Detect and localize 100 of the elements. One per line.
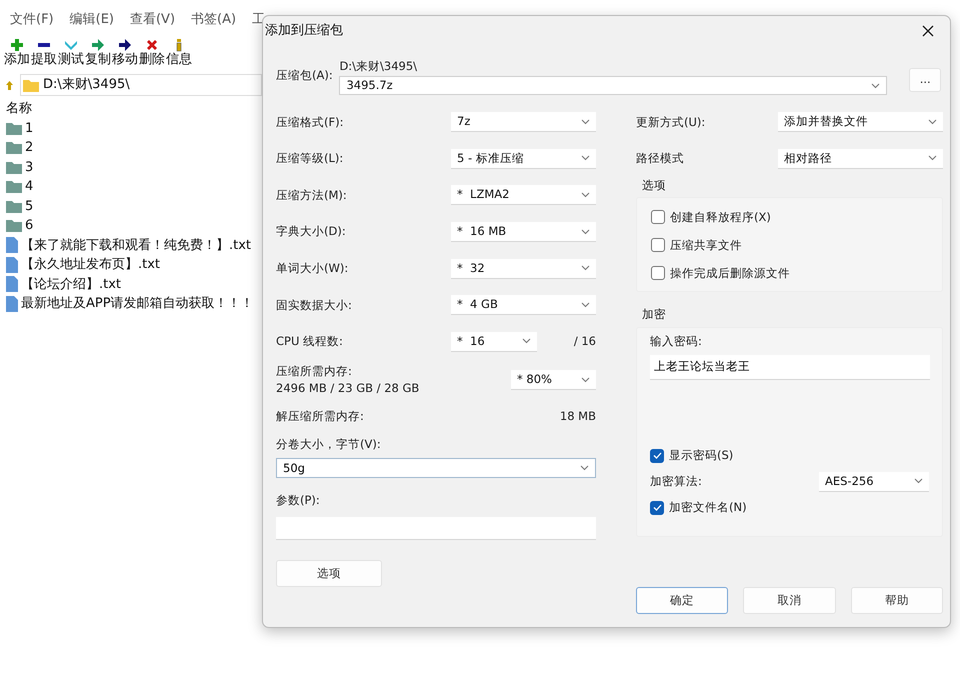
field-label: 输入密码: (650, 332, 703, 350)
column-header[interactable]: 名称 (6, 99, 262, 118)
caret-icon (928, 155, 937, 162)
toolbar-button[interactable]: 测试 (58, 38, 84, 68)
value-text: 2496 MB / 23 GB / 28 GB (276, 380, 420, 398)
dropdown[interactable]: * 16 (451, 332, 537, 352)
dialog-title: 添加到压缩包 (265, 22, 343, 40)
toolbar-button[interactable]: 移动 (112, 38, 138, 68)
folder-icon (6, 180, 22, 194)
caret-icon (581, 265, 590, 272)
browse-button[interactable]: ... (909, 68, 941, 92)
field-label: 压缩格式(F): (276, 114, 344, 131)
dialog-button[interactable]: 取消 (743, 586, 836, 614)
menu-item[interactable]: 书签(A) (191, 10, 236, 38)
checkbox-label[interactable]: 加密文件名(N) (669, 499, 747, 517)
caret-icon (581, 155, 590, 162)
checkbox[interactable] (651, 238, 665, 252)
dropdown[interactable]: 添加并替换文件 (778, 112, 943, 132)
toolbar-button[interactable]: 信息 (166, 38, 192, 68)
group-title: 加密 (642, 306, 667, 324)
options-button[interactable]: 选项 (276, 560, 382, 587)
folder-icon (6, 141, 22, 154)
dropdown[interactable]: 5 - 标准压缩 (451, 148, 596, 169)
file-name[interactable]: 1 (25, 118, 34, 138)
menu-item[interactable]: 查看(V) (130, 10, 176, 38)
address-field[interactable]: D:\来财\3495\ (20, 74, 262, 96)
toolbar-button[interactable]: 删除 (139, 38, 165, 68)
dropdown[interactable]: * 80% (511, 370, 596, 390)
caret-icon (581, 192, 590, 198)
password-field[interactable]: 上老王论坛当老王 (650, 354, 930, 380)
field-label: 参数(P): (276, 492, 321, 510)
chevron-icon (64, 38, 78, 52)
field-label: 字典大小(D): (276, 223, 346, 240)
field-label: 固实数据大小: (276, 296, 352, 314)
menu-item[interactable]: 编辑(E) (70, 10, 114, 38)
dropdown[interactable]: * 4 GB (451, 295, 596, 316)
file-name[interactable]: 【来了就能下载和观看！纯免费！】.txt (21, 236, 252, 255)
parameters-field[interactable] (276, 516, 596, 540)
caret-icon (581, 228, 590, 235)
menu-item[interactable]: 文件(F) (10, 10, 54, 38)
arrow-icon (118, 38, 132, 52)
menu-item[interactable]: 工 (252, 10, 266, 38)
caret-icon (871, 82, 880, 89)
field-label: 加密算法: (650, 473, 702, 490)
file-name[interactable]: 2 (25, 138, 34, 158)
path-text: D:\来财\3495\ (339, 58, 418, 75)
field-label: 压缩包(A): (276, 67, 334, 84)
field-label: 路径模式 (636, 150, 684, 168)
checkbox-label[interactable]: 压缩共享文件 (670, 236, 742, 254)
file-name[interactable]: 【论坛介绍】.txt (21, 274, 122, 294)
dropdown[interactable]: AES-256 (819, 472, 929, 492)
check-icon (652, 504, 662, 512)
caret-icon (914, 478, 923, 484)
field-label: 单词大小(W): (276, 260, 348, 278)
check-icon (652, 452, 662, 460)
checkbox[interactable] (651, 210, 665, 224)
checkbox-label[interactable]: 创建自释放程序(X) (670, 208, 771, 226)
file-name[interactable]: 4 (25, 177, 34, 196)
file-name[interactable]: 5 (25, 196, 34, 216)
caret-icon (580, 465, 589, 472)
file-name[interactable]: 【永久地址发布页】.txt (21, 255, 160, 274)
file-name[interactable]: 最新地址及APP请发邮箱自动获取！！！ (21, 294, 254, 314)
dialog-button[interactable]: 帮助 (850, 586, 943, 614)
dropdown[interactable]: 7z (451, 112, 596, 132)
field-label: CPU 线程数: (276, 333, 343, 350)
toolbar-button[interactable]: 添加 (4, 38, 30, 68)
checkbox-label[interactable]: 操作完成后删除源文件 (670, 264, 790, 282)
toolbar-button[interactable]: 提取 (31, 38, 57, 68)
folder-icon (23, 78, 39, 92)
dropdown[interactable]: 相对路径 (778, 148, 943, 169)
archive-combo[interactable]: 3495.7z (339, 76, 888, 96)
file-icon (6, 237, 18, 254)
dialog-button[interactable]: 确定 (636, 586, 728, 614)
toolbar-button[interactable]: 复制 (85, 38, 111, 68)
volume-combo[interactable]: 50g (276, 458, 596, 478)
checkbox[interactable] (651, 266, 665, 280)
file-name[interactable]: 6 (25, 216, 34, 236)
dropdown[interactable]: * 16 MB (451, 222, 596, 242)
field-label: 压缩等级(L): (276, 150, 344, 168)
folder-icon (6, 200, 22, 213)
folder-icon (6, 219, 22, 232)
volume-field[interactable]: 50g (283, 459, 580, 478)
file-icon (6, 256, 18, 273)
folder-icon (6, 160, 22, 174)
caret-icon (581, 302, 590, 308)
caret-icon (522, 338, 531, 344)
caret-icon (928, 118, 937, 125)
caret-icon (581, 118, 590, 125)
file-name[interactable]: 3 (25, 158, 34, 177)
caret-icon (581, 376, 590, 383)
cross-icon (145, 38, 159, 52)
field-label: 解压缩所需内存: (276, 408, 364, 425)
value-text: 18 MB (560, 408, 596, 425)
checkbox-label[interactable]: 显示密码(S) (669, 447, 734, 465)
dropdown[interactable]: * 32 (451, 258, 596, 279)
checkbox[interactable] (650, 500, 664, 515)
dropdown[interactable]: * LZMA2 (451, 185, 596, 206)
group-title: 选项 (642, 177, 667, 194)
checkbox[interactable] (650, 448, 664, 463)
file-icon (6, 296, 18, 312)
